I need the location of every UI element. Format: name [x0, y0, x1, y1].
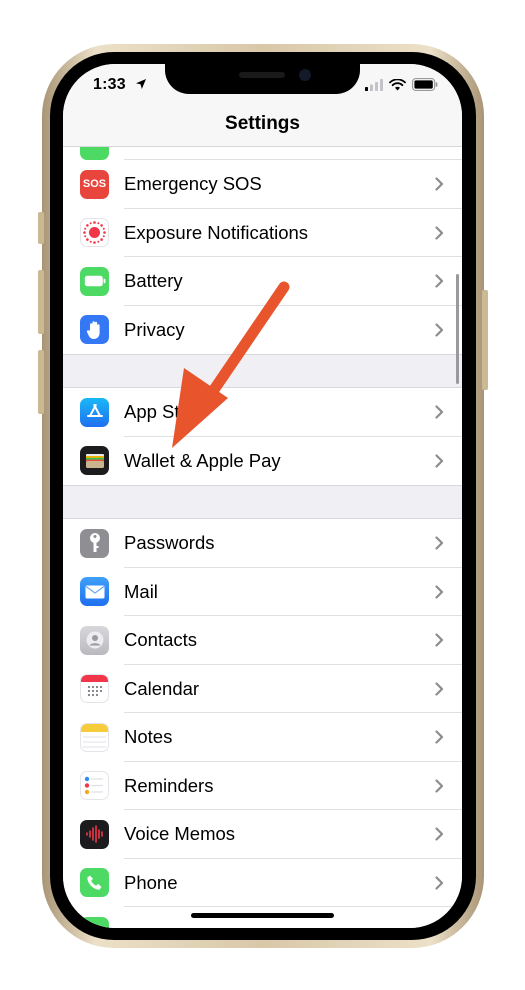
phone-icon [80, 868, 109, 898]
power-button [482, 290, 488, 390]
row-label: Voice Memos [124, 823, 236, 845]
settings-row-privacy[interactable]: Privacy [63, 306, 462, 355]
reminders-icon [80, 771, 109, 801]
cellular-signal-icon [365, 78, 383, 91]
chevron-right-icon [435, 633, 444, 647]
exposure-notifications-icon [80, 218, 109, 248]
row-label: Wallet & Apple Pay [124, 449, 281, 471]
notes-icon [80, 722, 109, 752]
home-indicator[interactable] [191, 913, 334, 918]
phone-screen: SOS Emergency SOS Exposure Notifications… [63, 64, 462, 928]
voice-memos-icon [80, 819, 109, 849]
settings-row-phone[interactable]: Phone [63, 859, 462, 907]
chevron-right-icon [435, 322, 444, 337]
notch [165, 64, 360, 94]
chevron-right-icon [435, 453, 444, 468]
chevron-right-icon [435, 584, 444, 599]
scroll-indicator [456, 274, 459, 384]
chevron-right-icon [435, 730, 444, 744]
settings-group-1: SOS Emergency SOS Exposure Notifications… [63, 132, 462, 355]
settings-row-passwords[interactable]: Passwords [63, 519, 462, 568]
settings-row-battery[interactable]: Battery [63, 257, 462, 306]
earpiece-speaker [239, 72, 285, 78]
settings-row-voice-memos[interactable]: Voice Memos [63, 810, 462, 859]
chevron-right-icon [435, 274, 444, 288]
calendar-icon [80, 674, 109, 704]
partial-row [63, 132, 462, 160]
settings-group-2: App Store Wallet & Apple Pay [63, 388, 462, 485]
sos-icon: SOS [80, 169, 109, 199]
row-label: Exposure Notifications [124, 221, 309, 243]
settings-row-contacts[interactable]: Contacts [63, 616, 462, 665]
action-button [38, 212, 44, 244]
volume-down-button [38, 350, 44, 414]
battery-icon [80, 266, 109, 296]
settings-row-notes[interactable]: Notes [63, 713, 462, 762]
settings-row-calendar[interactable]: Calendar [63, 665, 462, 713]
row-label: Notes [124, 726, 173, 748]
group-separator [63, 485, 462, 519]
chevron-right-icon [435, 778, 444, 793]
settings-row-wallet-apple-pay[interactable]: Wallet & Apple Pay [63, 437, 462, 486]
location-arrow-icon [136, 79, 146, 89]
chevron-right-icon [435, 827, 444, 841]
row-label: Calendar [124, 677, 200, 699]
settings-group-3: Passwords Mail Contacts Calendar Notes R… [63, 519, 462, 928]
volume-up-button [38, 270, 44, 334]
row-label: Battery [124, 270, 183, 292]
status-time: 1:33 [93, 76, 126, 93]
settings-list: SOS Emergency SOS Exposure Notifications… [63, 132, 462, 928]
row-label: App Store [124, 401, 207, 423]
settings-row-app-store[interactable]: App Store [63, 388, 462, 437]
row-label: Reminders [124, 774, 214, 796]
wifi-icon [389, 78, 406, 90]
chevron-right-icon [435, 405, 444, 419]
key-icon [80, 528, 109, 558]
chevron-right-icon [435, 225, 444, 240]
settings-row-mail[interactable]: Mail [63, 568, 462, 616]
hand-icon [80, 315, 109, 345]
chevron-right-icon [435, 177, 444, 191]
row-label: Mail [124, 580, 158, 602]
app-store-icon [80, 397, 109, 427]
page-title: Settings [63, 102, 462, 147]
row-label: Contacts [124, 629, 198, 651]
messages-icon [80, 916, 109, 928]
row-label: Emergency SOS [124, 173, 262, 195]
front-camera [299, 69, 311, 81]
chevron-right-icon [435, 681, 444, 696]
battery-status-icon [412, 78, 438, 91]
contacts-icon [80, 625, 109, 655]
chevron-right-icon [435, 536, 444, 550]
chevron-right-icon [435, 875, 444, 890]
wallet-icon [80, 446, 109, 476]
settings-row-exposure-notifications[interactable]: Exposure Notifications [63, 209, 462, 257]
settings-row-emergency-sos[interactable]: SOS Emergency SOS [63, 160, 462, 209]
settings-row-reminders[interactable]: Reminders [63, 762, 462, 810]
row-label: Phone [124, 871, 178, 893]
mail-icon [80, 577, 109, 607]
group-separator [63, 354, 462, 388]
row-label: Privacy [124, 318, 185, 340]
row-label: Passwords [124, 532, 215, 554]
